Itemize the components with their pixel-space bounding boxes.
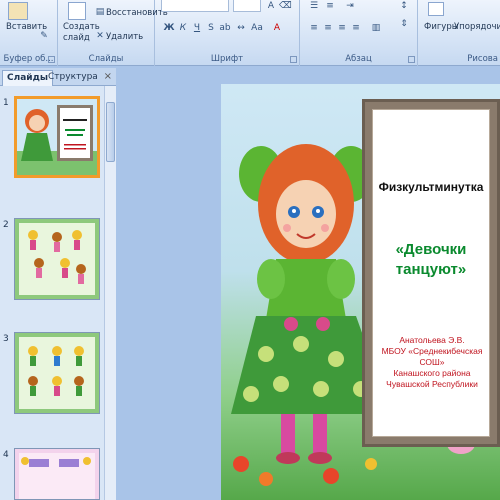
shapes-icon[interactable] — [428, 2, 444, 16]
thumbnail-2-art — [15, 219, 99, 299]
thumbnail-image — [14, 448, 100, 500]
drawing-group-label: Рисова — [467, 54, 498, 64]
arrange-button[interactable]: Упорядочить — [454, 22, 500, 32]
slide-subtitle[interactable]: «Девочки танцуют» — [377, 240, 485, 280]
author-school: МБОУ «Среднекибечская СОШ» — [381, 346, 483, 367]
paste-icon[interactable] — [8, 2, 28, 20]
justify-icon[interactable]: ≡ — [350, 22, 362, 34]
slide-thumbnail-2[interactable]: 2 — [0, 218, 104, 304]
strike-icon[interactable]: ab — [219, 22, 231, 34]
reset-icon[interactable]: ▤ — [94, 6, 106, 18]
paragraph-launcher-icon[interactable] — [408, 56, 415, 63]
font-size-field[interactable] — [233, 0, 261, 12]
author-district: Канашского района — [393, 368, 471, 378]
close-icon[interactable]: × — [104, 71, 112, 82]
current-slide[interactable]: Физкультминутка «Девочки танцуют» Анатол… — [221, 84, 500, 500]
clipboard-launcher-icon[interactable] — [48, 56, 55, 63]
indent-icon[interactable]: ⇥ — [344, 0, 356, 12]
align-text-icon[interactable]: ⇕ — [398, 18, 410, 30]
slide-canvas: Физкультминутка «Девочки танцуют» Анатол… — [117, 68, 500, 500]
font-color-icon[interactable]: A — [271, 22, 283, 34]
spacing-icon[interactable]: ↔ — [235, 22, 247, 34]
thumbnail-image — [14, 96, 100, 178]
slide-number: 4 — [3, 450, 9, 460]
bullets-icon[interactable]: ☰ — [308, 0, 320, 12]
align-right-icon[interactable]: ≡ — [336, 22, 348, 34]
slide-thumbnail-1[interactable]: 1 — [0, 96, 104, 182]
slide-thumbnail-4[interactable]: 4 — [0, 448, 104, 500]
paragraph-group: ☰ ≡ ⇥ ≡ ≡ ≡ ≡ ▥ ↕ ⇕ Абзац — [300, 0, 418, 66]
slides-group: Создать слайд ▤ Восстановить ✕ Удалить С… — [58, 0, 168, 66]
font-group: A ⌫ Ж К Ч S ab ↔ Aa A Шрифт — [155, 0, 300, 66]
panel-tabs: Слайды Структура × — [0, 68, 116, 86]
text-frame: Физкультминутка «Девочки танцуют» Анатол… — [362, 99, 500, 447]
clear-format-icon[interactable]: ⌫ — [279, 0, 292, 12]
subtitle-line-1: «Девочки — [395, 241, 467, 258]
paragraph-group-label: Абзац — [345, 54, 372, 64]
thumbnail-image — [14, 332, 100, 414]
panel-scrollbar[interactable] — [104, 86, 116, 500]
numbering-icon[interactable]: ≡ — [324, 0, 336, 12]
columns-icon[interactable]: ▥ — [370, 22, 382, 34]
slide-number: 1 — [3, 98, 9, 108]
align-left-icon[interactable]: ≡ — [308, 22, 320, 34]
text-frame-inner: Физкультминутка «Девочки танцуют» Анатол… — [372, 109, 490, 437]
subtitle-line-2: танцуют» — [395, 261, 467, 278]
slide-number: 2 — [3, 220, 9, 230]
slides-panel: Слайды Структура × 1 2 3 4 — [0, 68, 116, 500]
author-name: Анатольева Э.В. — [399, 335, 465, 345]
case-icon[interactable]: Aa — [251, 22, 263, 34]
slide-title[interactable]: Физкультминутка — [373, 180, 489, 194]
bold-icon[interactable]: Ж — [163, 22, 175, 34]
clipboard-group: Вставить ✎ Буфер об... — [0, 0, 58, 66]
font-group-label: Шрифт — [210, 54, 244, 64]
slide-author-block[interactable]: Анатольева Э.В. МБОУ «Среднекибечская СО… — [375, 335, 489, 390]
underline-icon[interactable]: Ч — [191, 22, 203, 34]
tab-outline[interactable]: Структура — [44, 70, 102, 86]
author-republic: Чувашской Республики — [386, 379, 478, 389]
slide-number: 3 — [3, 334, 9, 344]
thumbnail-image — [14, 218, 100, 300]
scrollbar-thumb[interactable] — [106, 102, 115, 162]
font-name-field[interactable] — [161, 0, 229, 12]
new-slide-button[interactable]: Создать слайд — [63, 22, 100, 44]
slide-thumbnail-3[interactable]: 3 — [0, 332, 104, 418]
drawing-group: Фигуры Упорядочить Рисова — [418, 0, 500, 66]
delete-icon[interactable]: ✕ — [94, 30, 106, 42]
slides-group-label: Слайды — [88, 54, 124, 64]
italic-icon[interactable]: К — [177, 22, 189, 34]
thumbnail-3-art — [15, 333, 99, 413]
format-painter-icon[interactable]: ✎ — [38, 30, 50, 42]
ribbon: Вставить ✎ Буфер об... Создать слайд ▤ В… — [0, 0, 500, 66]
font-launcher-icon[interactable] — [290, 56, 297, 63]
thumbnail-4-art — [15, 449, 99, 499]
align-center-icon[interactable]: ≡ — [322, 22, 334, 34]
new-slide-icon[interactable] — [68, 2, 86, 20]
shadow-icon[interactable]: S — [205, 22, 217, 34]
delete-button[interactable]: Удалить — [106, 32, 143, 42]
text-direction-icon[interactable]: ↕ — [398, 0, 410, 12]
thumbnail-1-art — [17, 99, 97, 175]
grow-font-icon[interactable]: A — [265, 0, 277, 12]
